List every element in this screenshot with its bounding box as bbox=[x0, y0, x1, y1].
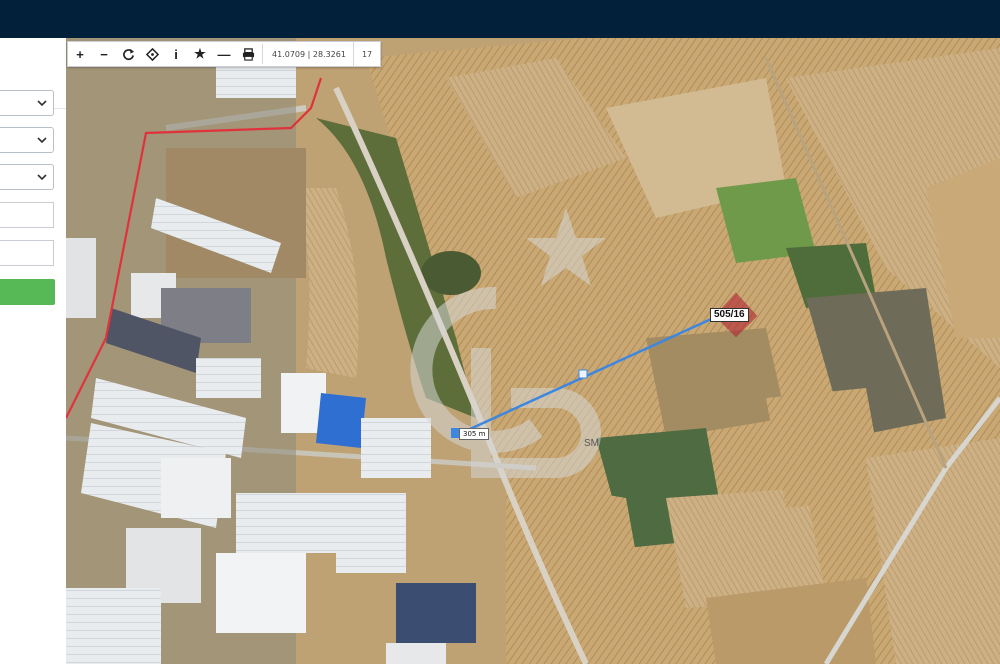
zoom-in-button[interactable]: + bbox=[68, 42, 92, 66]
text-input-1[interactable] bbox=[0, 202, 54, 228]
crosshair-icon bbox=[145, 47, 159, 61]
parcel-label[interactable]: 505/16 bbox=[710, 308, 749, 322]
plus-icon: + bbox=[76, 46, 84, 62]
print-icon bbox=[242, 47, 254, 61]
info-icon: i bbox=[174, 46, 178, 62]
locate-button[interactable] bbox=[140, 42, 164, 66]
favorite-button[interactable]: ★ bbox=[188, 42, 212, 66]
text-input-2[interactable] bbox=[0, 240, 54, 266]
satellite-imagery bbox=[66, 38, 1000, 664]
select-field-2[interactable] bbox=[0, 127, 54, 153]
select-field-1[interactable] bbox=[0, 90, 54, 116]
chevron-down-icon bbox=[37, 137, 47, 144]
search-button[interactable] bbox=[0, 279, 55, 305]
info-button[interactable]: i bbox=[164, 42, 188, 66]
print-button[interactable] bbox=[236, 42, 260, 66]
coordinates-readout: 41.0709 | 28.3261 bbox=[272, 49, 346, 59]
select-field-3[interactable] bbox=[0, 164, 54, 190]
measure-button[interactable]: — bbox=[212, 42, 236, 66]
top-navigation-bar bbox=[0, 0, 1000, 38]
refresh-button[interactable] bbox=[116, 42, 140, 66]
star-icon: ★ bbox=[194, 46, 206, 61]
ruler-icon: — bbox=[217, 46, 231, 62]
toolbar-divider bbox=[262, 44, 263, 64]
zoom-out-button[interactable]: − bbox=[92, 42, 116, 66]
chevron-down-icon bbox=[37, 174, 47, 181]
chevron-down-icon bbox=[37, 100, 47, 107]
zoom-level-readout: 17 bbox=[352, 42, 380, 66]
distance-label: 305 m bbox=[459, 428, 490, 440]
side-panel bbox=[0, 38, 67, 664]
map-toolbar: + − i ★ — 41.0709 | 28.3261 17 bbox=[67, 41, 382, 67]
watermark-mark: SM bbox=[584, 438, 599, 449]
map-canvas[interactable]: 305 m 505/16 SM bbox=[66, 38, 1000, 664]
refresh-icon bbox=[122, 48, 134, 60]
minus-icon: − bbox=[100, 46, 108, 62]
